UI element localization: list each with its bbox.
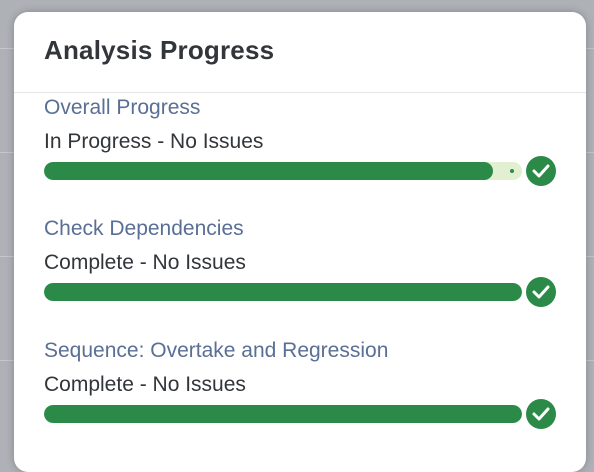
progress-row — [44, 277, 564, 309]
progress-bar — [44, 162, 522, 180]
progress-row — [44, 156, 564, 188]
step-title: Sequence: Overtake and Regression — [44, 339, 389, 362]
step-sequence-overtake-regression: Sequence: Overtake and Regression Comple… — [44, 339, 564, 431]
progress-bar-fill — [44, 405, 522, 423]
step-status: Complete - No Issues — [44, 373, 246, 396]
popover-header: Analysis Progress — [14, 12, 586, 93]
check-circle-icon — [526, 156, 556, 186]
progress-bar — [44, 405, 522, 423]
progress-bar-fill — [44, 283, 522, 301]
progress-bar — [44, 283, 522, 301]
step-title: Check Dependencies — [44, 217, 244, 240]
progress-row — [44, 399, 564, 431]
step-title: Overall Progress — [44, 96, 201, 119]
step-check-dependencies: Check Dependencies Complete - No Issues — [44, 217, 564, 309]
step-status: In Progress - No Issues — [44, 130, 264, 153]
step-status: Complete - No Issues — [44, 251, 246, 274]
check-circle-icon — [526, 277, 556, 307]
progress-bar-remaining-marker — [510, 169, 514, 173]
analysis-progress-popover: Analysis Progress Overall Progress In Pr… — [14, 12, 586, 472]
popover-title: Analysis Progress — [44, 35, 275, 65]
check-circle-icon — [526, 399, 556, 429]
step-overall-progress: Overall Progress In Progress - No Issues — [44, 96, 564, 188]
progress-bar-fill — [44, 162, 494, 180]
